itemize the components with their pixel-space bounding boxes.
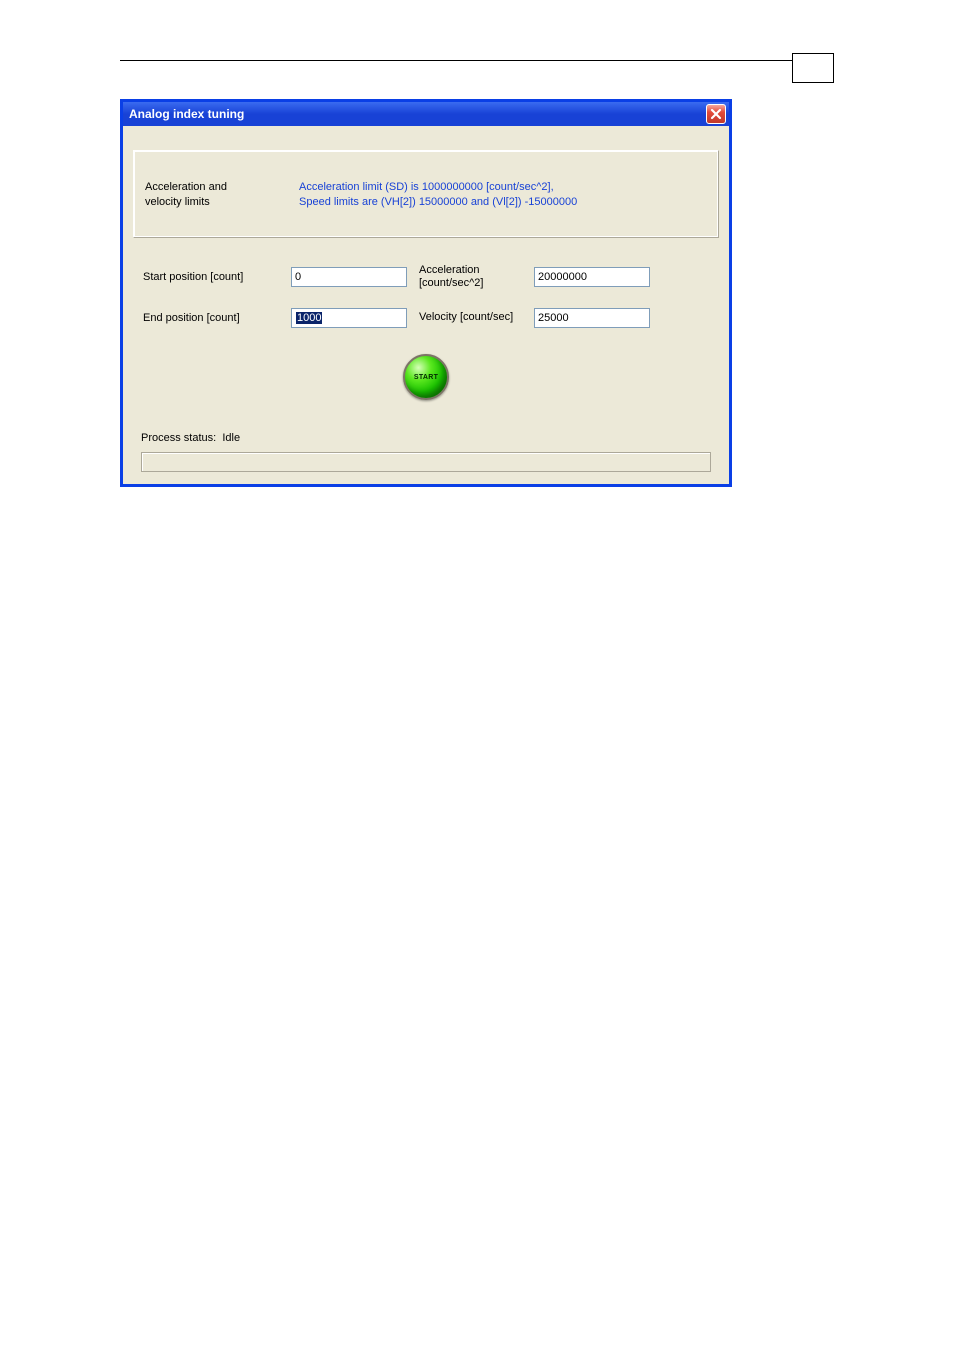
status-label: Process status: <box>141 432 216 444</box>
velocity-input[interactable] <box>534 308 650 328</box>
end-position-label: End position [count] <box>143 312 291 324</box>
titlebar[interactable]: Analog index tuning <box>123 102 729 126</box>
dialog-title: Analog index tuning <box>129 107 706 121</box>
limits-label: Acceleration and velocity limits <box>145 180 265 210</box>
close-icon[interactable] <box>706 104 726 124</box>
start-button[interactable]: START <box>403 354 449 400</box>
start-button-label: START <box>414 374 438 381</box>
page-header-box <box>792 53 834 83</box>
acceleration-label: Acceleration [count/sec^2] <box>419 264 534 290</box>
end-position-selected-text: 1000 <box>296 312 322 324</box>
velocity-label: Velocity [count/sec] <box>419 311 534 324</box>
dialog-client-area: Acceleration and velocity limits Acceler… <box>123 126 729 484</box>
row-start-accel: Start position [count] Acceleration [cou… <box>143 264 709 290</box>
status-row: Process status: Idle <box>133 432 719 448</box>
status-value: Idle <box>222 432 240 444</box>
start-button-wrap: START <box>143 346 709 422</box>
acceleration-input[interactable] <box>534 267 650 287</box>
limits-line1: Acceleration limit (SD) is 1000000000 [c… <box>299 181 554 193</box>
row-end-velocity: End position [count] 1000 Velocity [coun… <box>143 308 709 328</box>
status-bar <box>141 452 711 472</box>
page-header-rule <box>120 60 834 61</box>
start-position-input[interactable] <box>291 267 407 287</box>
limits-groupbox: Acceleration and velocity limits Acceler… <box>133 150 719 238</box>
limits-text: Acceleration limit (SD) is 1000000000 [c… <box>299 180 707 210</box>
limits-line2: Speed limits are (VH[2]) 15000000 and (V… <box>299 196 577 208</box>
analog-index-tuning-dialog: Analog index tuning Acceleration and vel… <box>120 99 732 487</box>
start-position-label: Start position [count] <box>143 271 291 283</box>
form-area: Start position [count] Acceleration [cou… <box>133 238 719 432</box>
end-position-input[interactable]: 1000 <box>291 308 407 328</box>
